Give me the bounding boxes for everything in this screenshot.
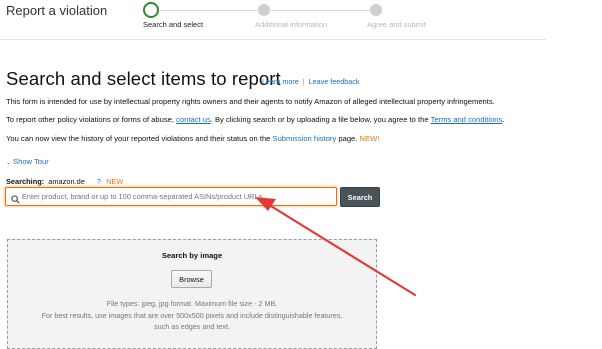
heading-links: Learn more | Leave feedback	[262, 77, 359, 86]
searching-new-badge: NEW	[106, 177, 124, 186]
history-text-prefix: You can now view the history of your rep…	[6, 134, 271, 143]
search-by-image-title: Search by image	[161, 251, 223, 260]
searching-row: Searching: amazon.de ? NEW	[6, 177, 123, 186]
browse-button[interactable]: Browse	[171, 270, 212, 288]
step-3-circle-icon	[370, 4, 382, 16]
policy-text-suffix: .	[502, 115, 505, 124]
search-input-wrapper	[5, 187, 337, 206]
submission-history-link[interactable]: Submission history	[273, 134, 337, 143]
contact-us-link[interactable]: contact us	[176, 115, 211, 124]
step-connector	[271, 10, 370, 11]
step-2-label: Additional information	[255, 20, 328, 29]
show-tour-label: Show Tour	[13, 157, 49, 166]
section-heading: Search and select items to report	[6, 68, 281, 89]
step-2-circle-icon	[258, 4, 270, 16]
new-badge: NEW!	[359, 134, 380, 143]
help-icon[interactable]: ?	[97, 177, 101, 186]
file-types-text: File types: jpeg, jpg format. Maximum fi…	[106, 299, 278, 308]
marketplace-value: amazon.de	[48, 177, 85, 186]
step-connector	[160, 10, 257, 11]
history-text-suffix: page.	[338, 134, 358, 143]
terms-link[interactable]: Terms and conditions	[431, 115, 503, 124]
leave-feedback-link[interactable]: Leave feedback	[309, 77, 360, 86]
policy-paragraph: To report other policy violations or for…	[6, 115, 504, 124]
policy-text-mid: . By clicking search or by uploading a f…	[210, 115, 429, 124]
header-divider	[0, 39, 546, 40]
policy-text-prefix: To report other policy violations or for…	[6, 115, 174, 124]
search-icon	[11, 191, 20, 209]
step-3-label: Agree and submit	[367, 20, 426, 29]
learn-more-link[interactable]: Learn more	[262, 77, 299, 86]
show-tour-toggle[interactable]: ⌄ Show Tour	[6, 157, 49, 166]
progress-stepper: Search and select Additional information…	[0, 0, 602, 36]
history-paragraph: You can now view the history of your rep…	[6, 134, 379, 143]
chevron-down-icon: ⌄	[6, 160, 12, 166]
search-button[interactable]: Search	[340, 187, 380, 207]
step-1-label: Search and select	[143, 20, 204, 29]
searching-label: Searching:	[6, 177, 45, 186]
image-tip-line-1: For best results, use images that are ov…	[41, 311, 343, 320]
link-separator: |	[302, 77, 305, 86]
intro-paragraph: This form is intended for use by intelle…	[6, 97, 495, 106]
image-tip-line-2: such as edges and text.	[154, 322, 230, 331]
search-input[interactable]	[22, 189, 332, 204]
step-1-circle-icon	[143, 2, 159, 18]
